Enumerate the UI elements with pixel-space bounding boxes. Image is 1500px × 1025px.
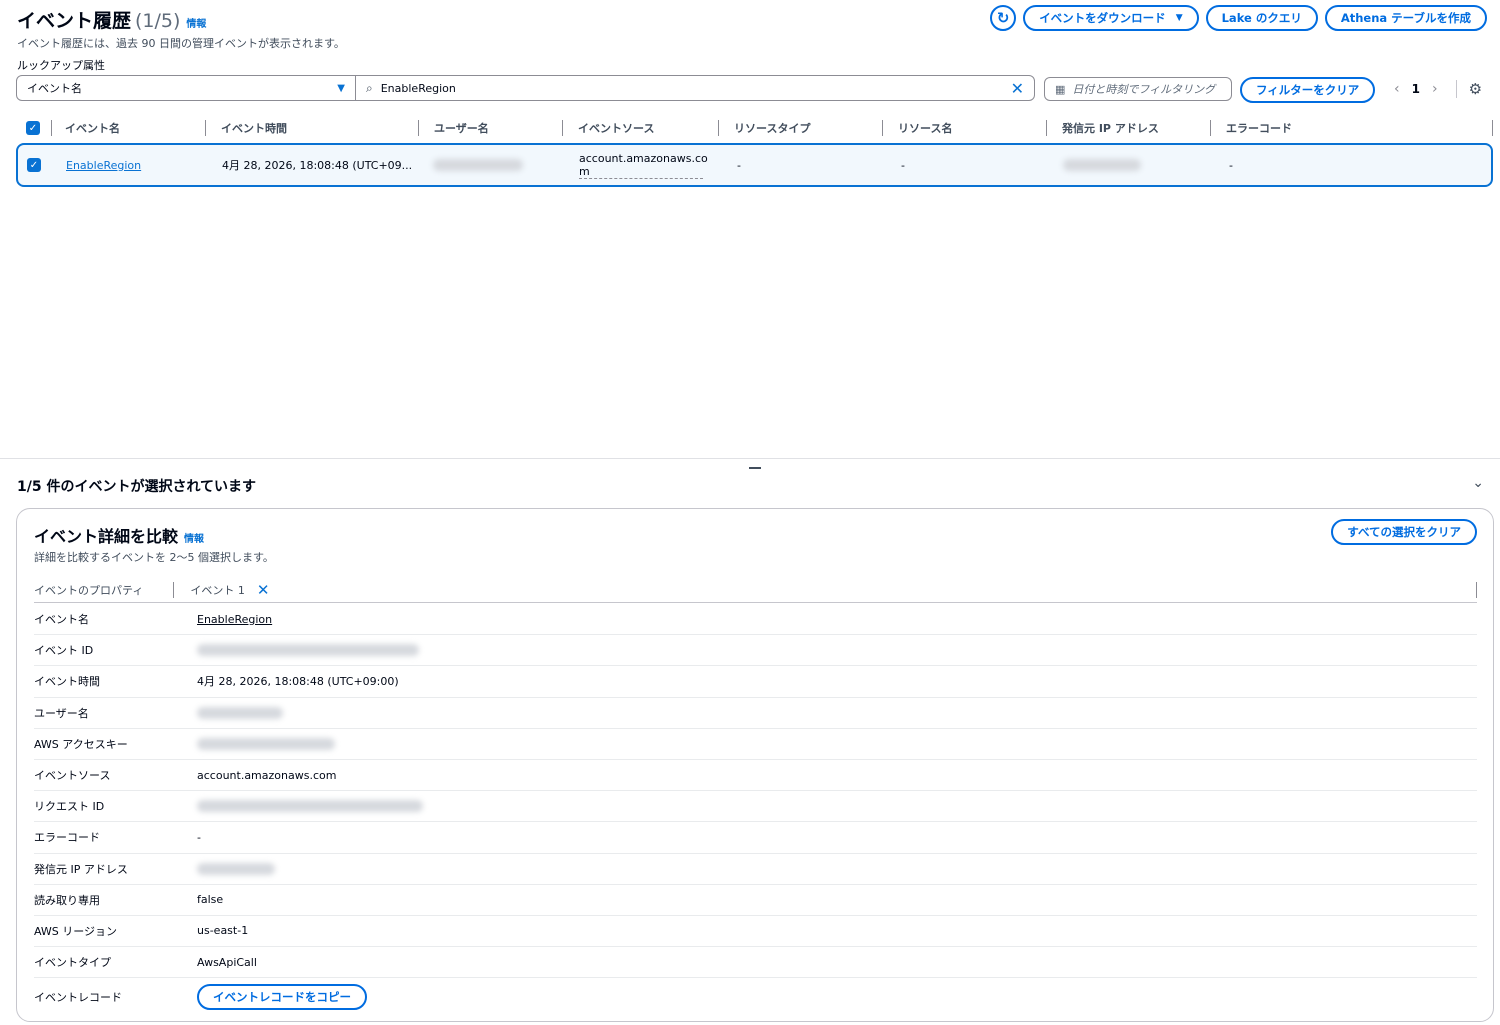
compare-row: イベント名 EnableRegion xyxy=(34,604,1477,636)
resource-type-cell: - xyxy=(737,158,741,172)
table-header: ✓ イベント名 イベント時間 ユーザー名 イベントソース リソースタイプ リソー… xyxy=(16,115,1493,141)
compare-header: イベントのプロパティ イベント 1 ✕ xyxy=(34,577,1477,603)
select-all-cell: ✓ xyxy=(16,115,51,141)
clear-all-selection-button[interactable]: すべての選択をクリア xyxy=(1331,519,1477,545)
error-code-cell: - xyxy=(1229,158,1233,172)
caret-down-icon: ▼ xyxy=(337,82,345,94)
resource-name-cell: - xyxy=(901,158,905,172)
compare-row: イベント ID xyxy=(34,635,1477,667)
select-all-checkbox[interactable]: ✓ xyxy=(26,121,40,135)
download-events-button[interactable]: イベントをダウンロード ▼ xyxy=(1023,5,1199,31)
divider xyxy=(1455,80,1457,98)
event-source-cell: account.amazonaws.co m xyxy=(579,151,708,179)
compare-row: イベントレコード イベントレコードをコピー xyxy=(34,978,1477,1016)
compare-row: イベントタイプ AwsApiCall xyxy=(34,947,1477,979)
chevron-down-icon[interactable]: ⌄ xyxy=(1472,475,1484,491)
caret-down-icon: ▼ xyxy=(1175,13,1183,23)
refresh-button[interactable]: ↻ xyxy=(990,5,1017,31)
column-header[interactable]: イベント時間 xyxy=(205,115,418,141)
event-name-cell: EnableRegion xyxy=(51,159,206,172)
refresh-icon: ↻ xyxy=(996,9,1010,27)
split-panel-title: 1/5 件のイベントが選択されています xyxy=(17,479,257,495)
compare-row: AWS リージョン us-east-1 xyxy=(34,916,1477,948)
close-icon[interactable]: ✕ xyxy=(257,581,270,599)
create-athena-table-button[interactable]: Athena テーブルを作成 xyxy=(1324,5,1487,31)
compare-row: ユーザー名 xyxy=(34,698,1477,729)
compare-row: イベントソース account.amazonaws.com xyxy=(34,760,1477,792)
source-ip-cell xyxy=(1047,159,1211,171)
date-filter-input[interactable]: ▦ 日付と時刻でフィルタリング xyxy=(1044,77,1232,101)
table-row[interactable]: ✓ EnableRegion 4月 28, 2026, 18:08:48 (UT… xyxy=(16,143,1493,187)
event-name-link[interactable]: EnableRegion xyxy=(66,159,141,172)
row-checkbox[interactable]: ✓ xyxy=(27,158,41,172)
previous-page-icon[interactable]: ‹ xyxy=(1394,81,1400,97)
lookup-attribute-select[interactable]: イベント名 ▼ xyxy=(16,75,356,101)
date-filter-placeholder: 日付と時刻でフィルタリング xyxy=(1072,83,1216,96)
clear-filter-button[interactable]: フィルターをクリア xyxy=(1240,77,1376,103)
redacted-value xyxy=(197,706,283,719)
event-time-cell: 4月 28, 2026, 18:08:48 (UTC+09... xyxy=(222,159,413,172)
column-header[interactable]: ユーザー名 xyxy=(418,115,562,141)
compare-row: イベント時間 4月 28, 2026, 18:08:48 (UTC+09:00) xyxy=(34,666,1477,698)
redacted-value xyxy=(197,737,335,750)
search-icon: ⌕ xyxy=(366,80,373,95)
event-name-link[interactable]: EnableRegion xyxy=(197,613,272,626)
title-count: (1/5) xyxy=(135,10,181,32)
column-header[interactable]: イベント名 xyxy=(51,115,205,141)
divider xyxy=(1476,581,1477,598)
column-header[interactable]: 発信元 IP アドレス xyxy=(1046,115,1210,141)
column-header[interactable]: イベントソース xyxy=(562,115,718,141)
page-number[interactable]: 1 xyxy=(1412,82,1420,96)
column-header[interactable]: リソース名 xyxy=(882,115,1046,141)
row-select-cell: ✓ xyxy=(18,158,51,172)
column-header[interactable]: エラーコード xyxy=(1210,115,1493,141)
search-value: EnableRegion xyxy=(380,81,456,95)
lookup-attribute-label: ルックアップ属性 xyxy=(17,59,105,72)
event-1-header: イベント 1 xyxy=(190,583,245,597)
redacted-value xyxy=(197,644,419,657)
page-description: イベント履歴には、過去 90 日間の管理イベントが表示されます。 xyxy=(17,37,345,50)
lookup-attribute-value: イベント名 xyxy=(27,82,82,95)
divider xyxy=(173,581,175,598)
info-link[interactable]: 情報 xyxy=(184,534,204,545)
info-link[interactable]: 情報 xyxy=(186,19,206,30)
calendar-icon: ▦ xyxy=(1055,82,1066,96)
property-header: イベントのプロパティ xyxy=(34,583,144,597)
pagination: ‹ 1 › ⚙ xyxy=(1394,80,1482,98)
redacted-value xyxy=(197,800,423,813)
settings-gear-icon[interactable]: ⚙ xyxy=(1469,80,1482,98)
compare-row: 読み取り専用 false xyxy=(34,885,1477,916)
compare-title: イベント詳細を比較 情報 xyxy=(34,527,205,546)
compare-rows: イベント名 EnableRegion イベント ID イベント時間 4月 28,… xyxy=(34,604,1477,1016)
compare-card: イベント詳細を比較 情報 詳細を比較するイベントを 2〜5 個選択します。 すべて… xyxy=(16,508,1494,1022)
lake-query-button[interactable]: Lake のクエリ xyxy=(1205,5,1318,31)
next-page-icon[interactable]: › xyxy=(1432,81,1438,97)
compare-row: 発信元 IP アドレス xyxy=(34,854,1477,885)
redacted-value xyxy=(197,862,275,875)
resize-handle[interactable] xyxy=(749,467,761,469)
search-input[interactable]: ⌕ EnableRegion ✕ xyxy=(355,75,1035,101)
clear-icon[interactable]: ✕ xyxy=(1011,79,1024,98)
header-actions: ↻ イベントをダウンロード ▼ Lake のクエリ Athena テーブルを作成 xyxy=(990,5,1487,31)
user-name-cell xyxy=(419,159,563,171)
compare-description: 詳細を比較するイベントを 2〜5 個選択します。 xyxy=(34,551,274,564)
compare-row: エラーコード - xyxy=(34,822,1477,854)
page-title: イベント履歴 xyxy=(17,10,132,32)
compare-row: リクエスト ID xyxy=(34,791,1477,823)
compare-row: AWS アクセスキー xyxy=(34,729,1477,760)
column-header[interactable]: リソースタイプ xyxy=(718,115,882,141)
copy-event-record-button[interactable]: イベントレコードをコピー xyxy=(197,984,367,1011)
split-panel: 1/5 件のイベントが選択されています ⌄ イベント詳細を比較 情報 詳細を比較す… xyxy=(0,458,1500,1025)
